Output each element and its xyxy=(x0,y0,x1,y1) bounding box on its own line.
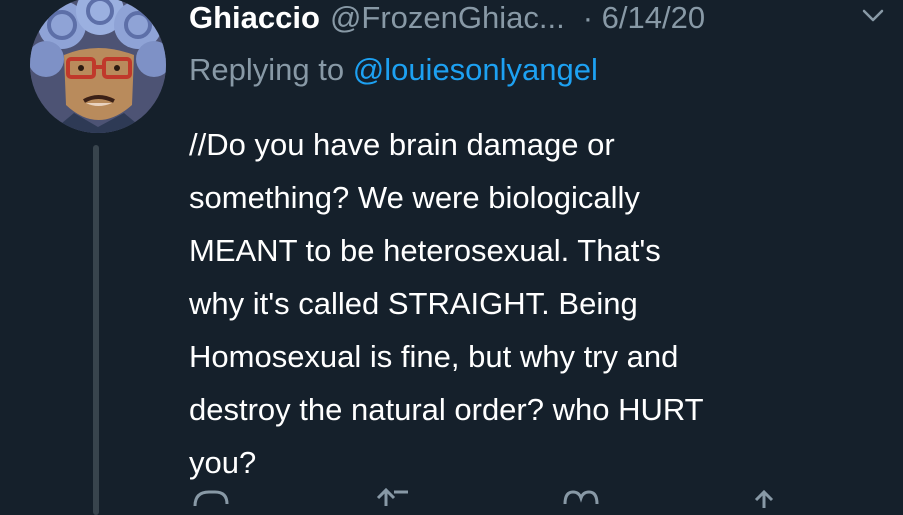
avatar-image xyxy=(30,0,166,133)
tweet-text: //Do you have brain damage or something?… xyxy=(189,127,704,480)
author-name[interactable]: Ghiaccio xyxy=(189,0,320,36)
reply-icon[interactable] xyxy=(191,488,231,508)
retweet-icon[interactable] xyxy=(374,488,418,508)
share-icon[interactable] xyxy=(749,488,779,508)
replying-to-label: Replying to xyxy=(189,52,345,87)
tweet-header: Ghiaccio @FrozenGhiac... · 6/14/20 xyxy=(189,0,705,40)
replying-to: Replying to @louiesonlyangel xyxy=(189,52,598,88)
reply-handle-link[interactable]: @louiesonlyangel xyxy=(353,52,598,87)
tweet[interactable]: Ghiaccio @FrozenGhiac... · 6/14/20 Reply… xyxy=(0,0,903,515)
heart-icon[interactable] xyxy=(561,488,601,508)
author-handle[interactable]: @FrozenGhiac... xyxy=(330,0,565,36)
tweet-date[interactable]: · 6/14/20 xyxy=(583,0,705,36)
chevron-down-icon[interactable] xyxy=(862,8,884,24)
avatar[interactable] xyxy=(30,0,166,133)
tweet-actions xyxy=(189,488,879,508)
thread-line xyxy=(93,145,99,515)
